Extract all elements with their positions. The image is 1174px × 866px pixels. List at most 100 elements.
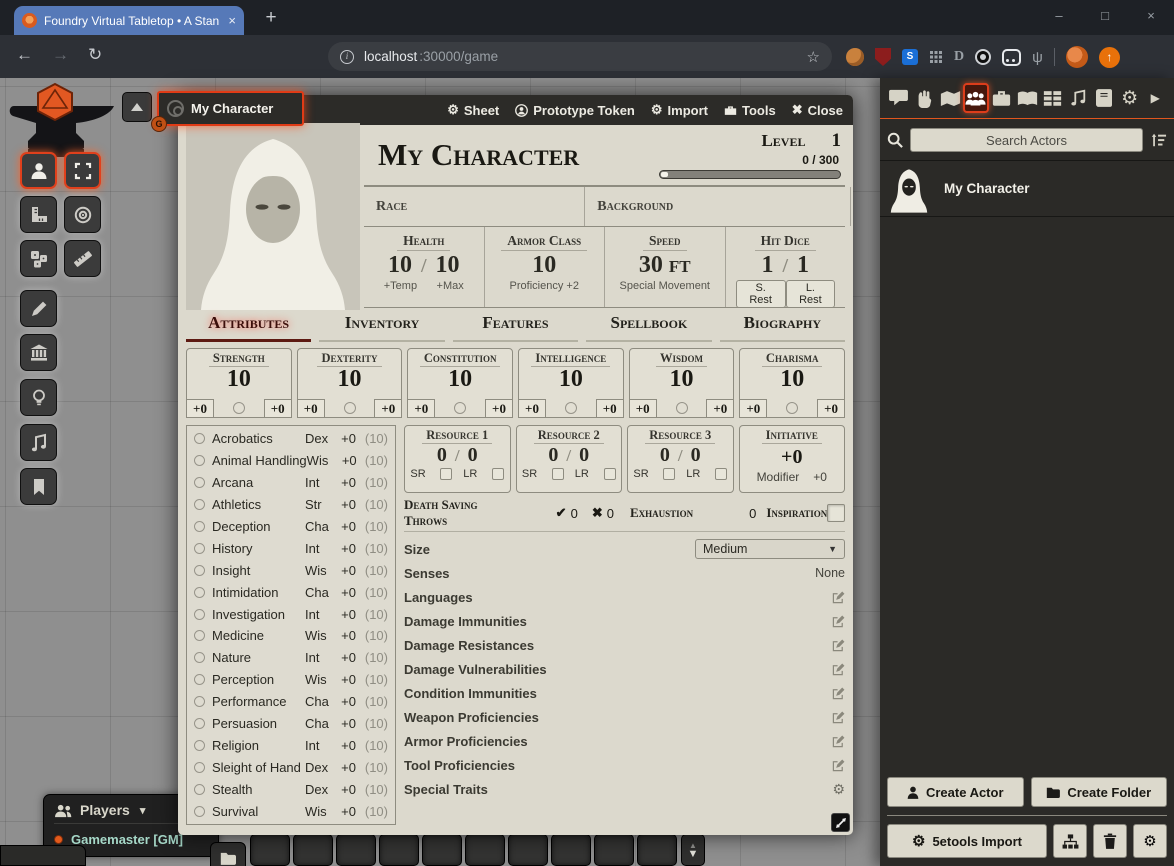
ability-score-input[interactable]: 10 xyxy=(298,367,402,392)
hd-max[interactable]: 1 xyxy=(797,252,809,278)
bookmark-star-icon[interactable]: ☆ xyxy=(807,48,820,66)
skill-name[interactable]: Stealth xyxy=(212,782,305,797)
ability-score-input[interactable]: 10 xyxy=(519,367,623,392)
skill-name[interactable]: Animal Handling xyxy=(212,453,307,468)
edit-icon[interactable] xyxy=(832,735,845,748)
skill-name[interactable]: Persuasion xyxy=(212,716,305,731)
sheet-tab[interactable]: Spellbook xyxy=(586,313,711,342)
skill-row[interactable]: Animal Handling Wis +0 (10) xyxy=(187,450,395,472)
ublock-extension-icon[interactable] xyxy=(875,48,891,66)
background-input[interactable] xyxy=(673,197,850,217)
skill-name[interactable]: Religion xyxy=(212,738,305,753)
prototype-token-button[interactable]: Prototype Token xyxy=(515,103,635,118)
ability-save[interactable]: +0 xyxy=(706,399,734,418)
sheet-tab[interactable]: Features xyxy=(453,313,578,342)
d-extension-icon[interactable]: D xyxy=(954,49,964,65)
race-input[interactable] xyxy=(407,197,584,217)
ability-label[interactable]: Strength xyxy=(209,350,269,367)
skill-proficiency-toggle[interactable] xyxy=(194,740,205,751)
speed-value-input[interactable]: 30 ft xyxy=(605,252,725,278)
save-proficiency-toggle[interactable] xyxy=(454,402,466,414)
configure-button[interactable]: ⚙ xyxy=(1133,824,1167,858)
size-select[interactable]: Medium ▼ xyxy=(695,539,845,559)
macro-slot[interactable] xyxy=(379,834,419,866)
character-portrait[interactable] xyxy=(186,123,360,310)
close-window-button[interactable]: ✖ Close xyxy=(792,102,843,118)
edit-icon[interactable] xyxy=(832,615,845,628)
5etools-import-button[interactable]: ⚙ 5etools Import xyxy=(887,824,1047,858)
skill-proficiency-toggle[interactable] xyxy=(194,455,205,466)
record-extension-icon[interactable] xyxy=(975,49,991,65)
profile-avatar[interactable] xyxy=(1066,46,1088,68)
exhaustion-value[interactable]: 0 xyxy=(749,506,756,521)
death-success-count[interactable]: 0 xyxy=(571,506,578,521)
sidebar-collapse-button[interactable]: ▶ xyxy=(1142,83,1168,113)
macro-slot[interactable] xyxy=(250,834,290,866)
skill-row[interactable]: Investigation Int +0 (10) xyxy=(187,603,395,625)
sheet-tab[interactable]: Biography xyxy=(720,313,845,342)
hp-max-input[interactable]: 10 xyxy=(436,252,460,278)
initiative-label[interactable]: Initiative xyxy=(762,427,822,444)
tab-compendium[interactable] xyxy=(1091,83,1117,113)
edit-icon[interactable] xyxy=(832,639,845,652)
skill-row[interactable]: Performance Cha +0 (10) xyxy=(187,691,395,713)
address-bar[interactable]: i localhost :30000/game ☆ xyxy=(328,42,832,71)
ability-score-input[interactable]: 10 xyxy=(187,367,291,392)
skill-proficiency-toggle[interactable] xyxy=(194,630,205,641)
resource-value-input[interactable]: 0 xyxy=(548,444,558,467)
skill-proficiency-toggle[interactable] xyxy=(194,499,205,510)
resource-label[interactable]: Resource 2 xyxy=(534,427,604,444)
ruler-tool-button[interactable] xyxy=(64,240,101,277)
inspiration-checkbox[interactable] xyxy=(827,504,845,522)
sheet-tab[interactable]: Inventory xyxy=(319,313,444,342)
site-info-icon[interactable]: i xyxy=(340,50,354,64)
ability-save[interactable]: +0 xyxy=(264,399,292,418)
sort-icon[interactable] xyxy=(1150,132,1167,148)
notes-controls-button[interactable] xyxy=(20,468,57,505)
create-actor-button[interactable]: Create Actor xyxy=(887,777,1024,807)
skill-row[interactable]: Deception Cha +0 (10) xyxy=(187,516,395,538)
skill-name[interactable]: Sleight of Hand xyxy=(212,760,305,775)
grid-extension-icon[interactable] xyxy=(929,50,943,64)
skill-proficiency-toggle[interactable] xyxy=(194,433,205,444)
skill-name[interactable]: Intimidation xyxy=(212,585,305,600)
lighting-controls-button[interactable] xyxy=(20,379,57,416)
lr-checkbox[interactable] xyxy=(715,468,727,480)
macro-slot[interactable] xyxy=(336,834,376,866)
special-movement-link[interactable]: Special Movement xyxy=(605,280,725,292)
skill-name[interactable]: Arcana xyxy=(212,475,305,490)
ability-score-input[interactable]: 10 xyxy=(408,367,512,392)
forward-button[interactable]: → xyxy=(52,45,69,65)
hp-tempmax-label[interactable]: +Max xyxy=(437,280,464,292)
s-extension-icon[interactable]: S xyxy=(902,49,918,65)
resource-label[interactable]: Resource 1 xyxy=(422,427,492,444)
save-proficiency-toggle[interactable] xyxy=(676,402,688,414)
resource-value-input[interactable]: 0 xyxy=(437,444,447,467)
ability-score-input[interactable]: 10 xyxy=(630,367,734,392)
drawing-controls-button[interactable] xyxy=(20,290,57,327)
tab-items[interactable] xyxy=(989,83,1015,113)
create-folder-button[interactable]: Create Folder xyxy=(1031,777,1168,807)
target-tool-button[interactable] xyxy=(64,196,101,233)
skill-row[interactable]: Persuasion Cha +0 (10) xyxy=(187,713,395,735)
back-button[interactable]: ← xyxy=(16,45,33,65)
hp-temp-label[interactable]: +Temp xyxy=(384,280,417,292)
ability-label[interactable]: Intelligence xyxy=(531,350,610,367)
xp-value[interactable]: 0 / 300 xyxy=(659,153,839,167)
maximize-button[interactable]: □ xyxy=(1082,0,1128,34)
nav-item-my-character[interactable]: My Character G xyxy=(157,91,304,126)
macro-folder-button[interactable] xyxy=(210,842,246,866)
macro-slot[interactable] xyxy=(637,834,677,866)
actor-list-item[interactable]: My Character xyxy=(880,161,1174,217)
hotbar-page-button[interactable]: ▲ ▼ xyxy=(681,834,705,866)
close-button[interactable]: × xyxy=(1128,0,1174,34)
race-field[interactable]: Race xyxy=(364,187,584,226)
short-rest-button[interactable]: S. Rest xyxy=(736,280,786,308)
sheet-tab[interactable]: Attributes xyxy=(186,313,311,342)
tab-tables[interactable] xyxy=(1040,83,1066,113)
sr-checkbox[interactable] xyxy=(440,468,452,480)
delete-button[interactable] xyxy=(1093,824,1127,858)
skill-proficiency-toggle[interactable] xyxy=(194,806,205,817)
ability-score-input[interactable]: 10 xyxy=(740,367,844,392)
new-tab-button[interactable]: + xyxy=(258,5,284,31)
